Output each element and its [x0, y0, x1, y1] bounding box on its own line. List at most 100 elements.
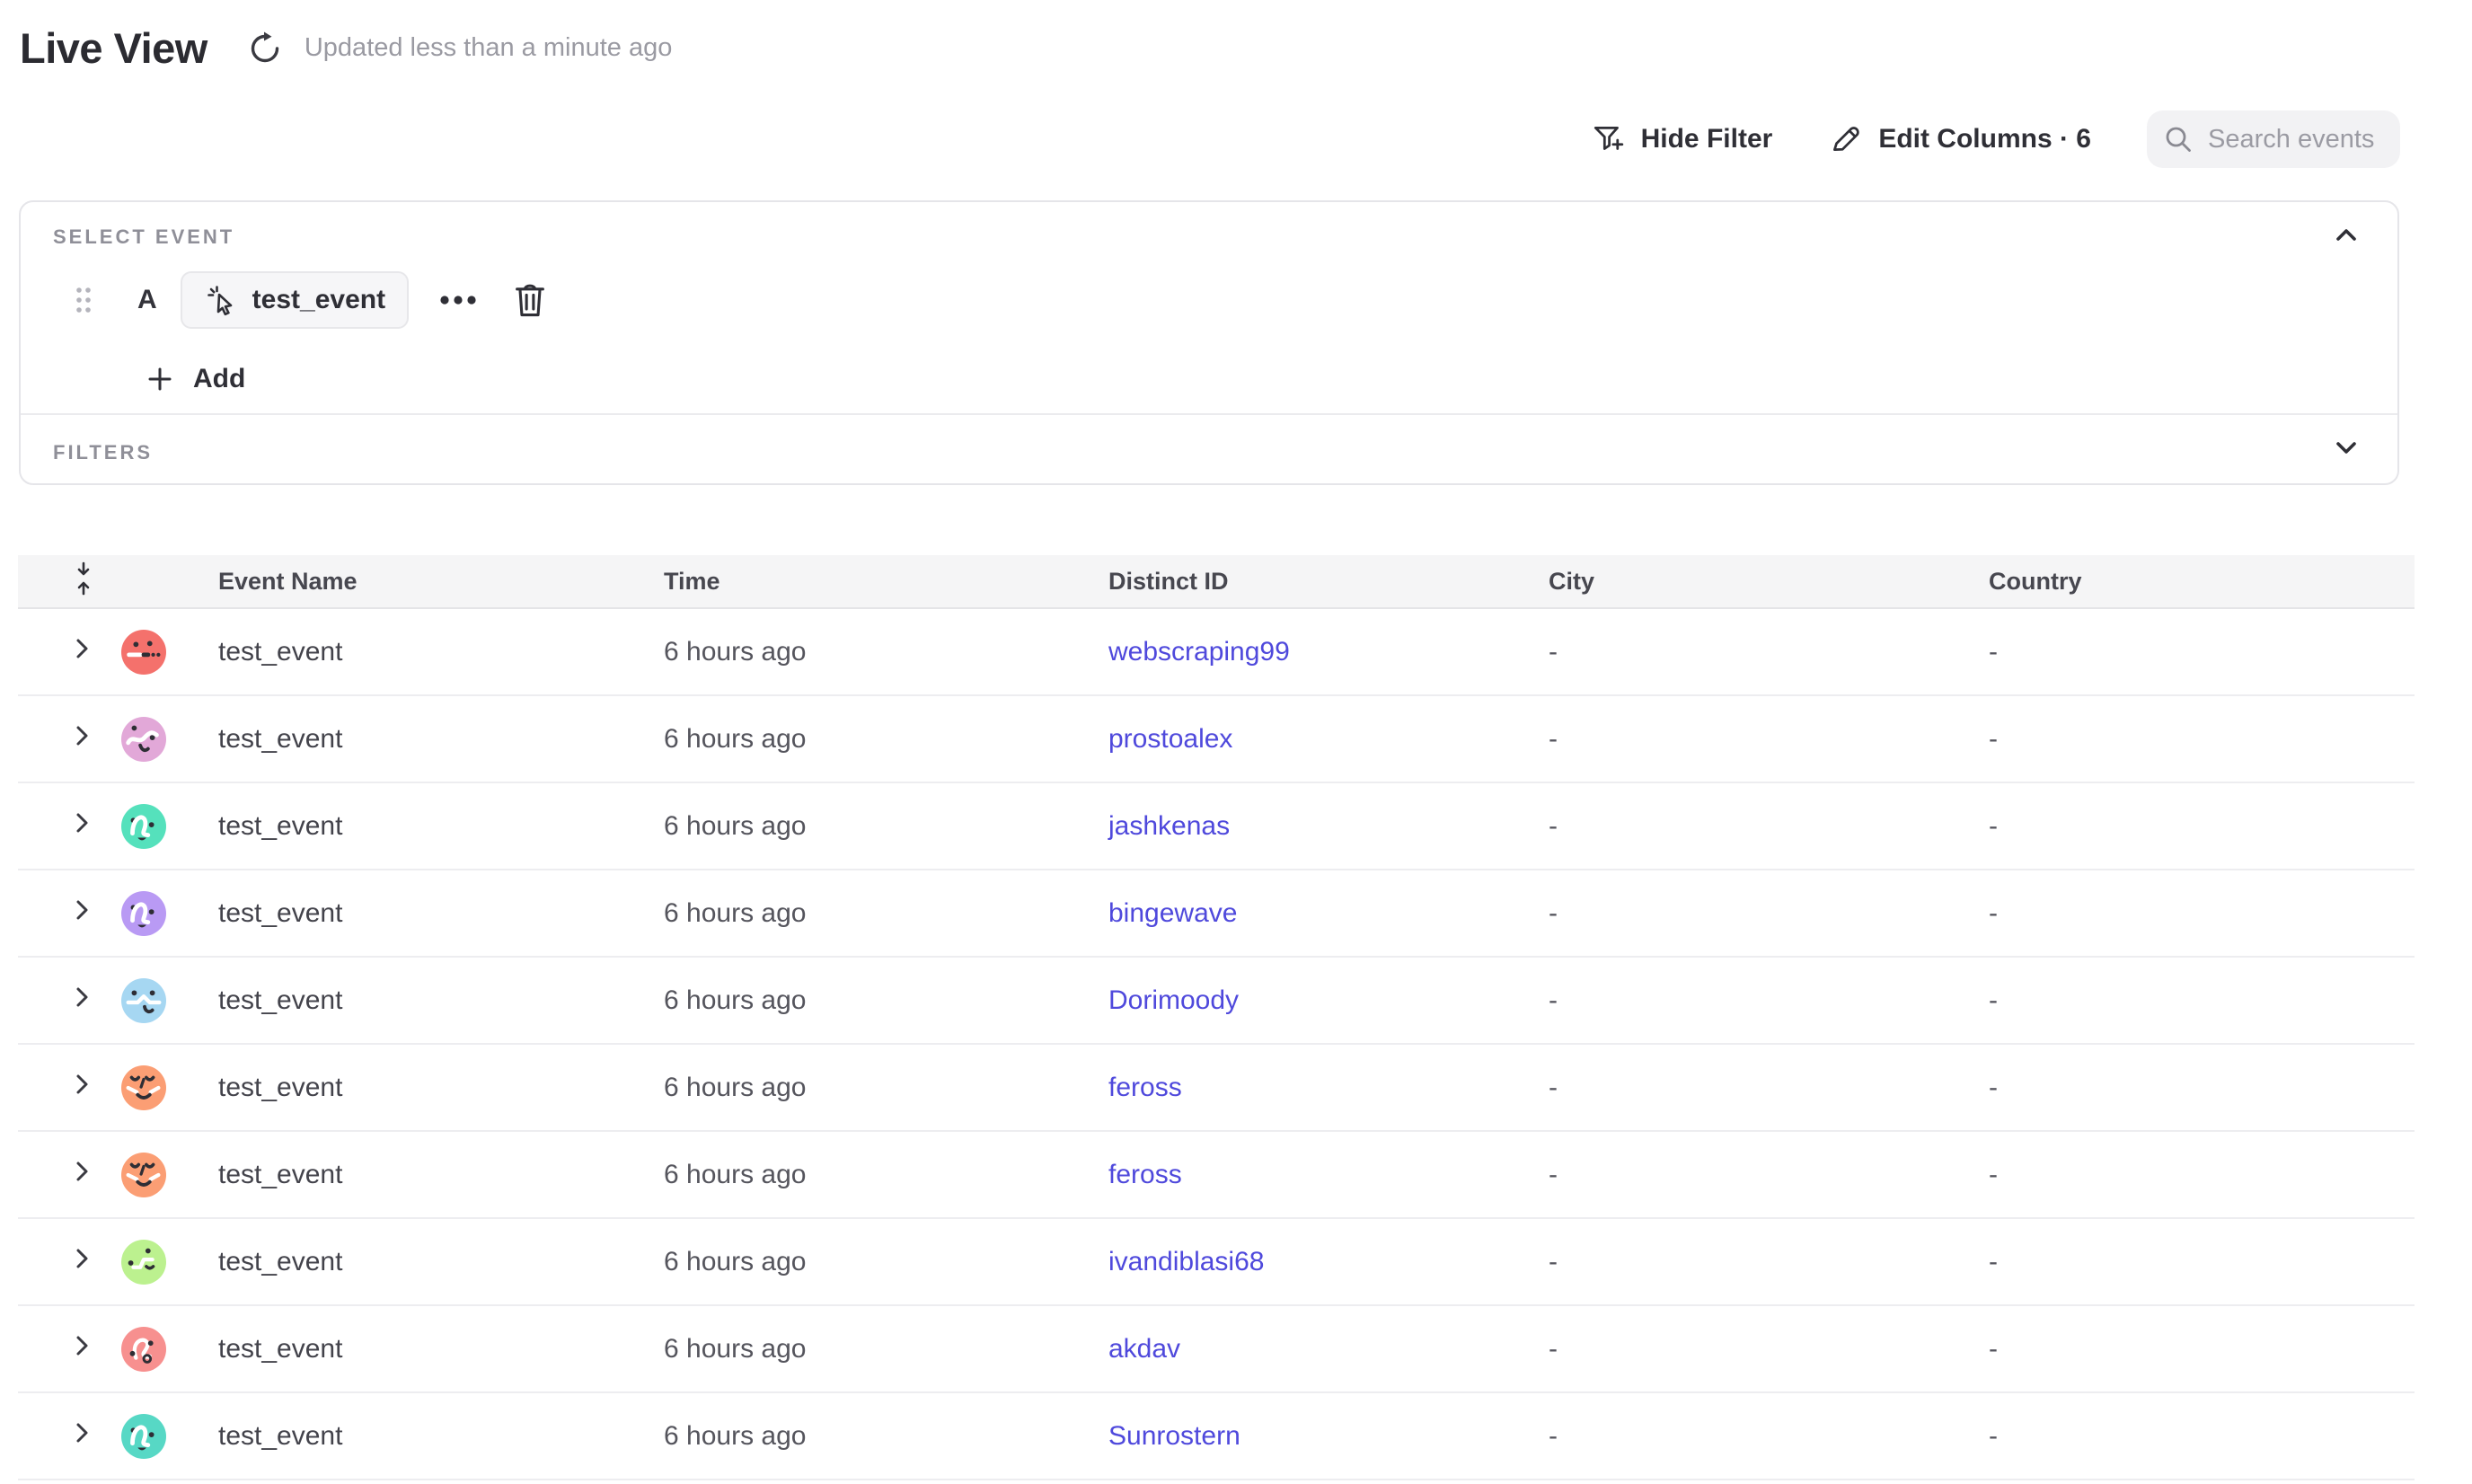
distinct-id-link[interactable]: akdav: [1108, 1334, 1549, 1365]
user-avatar: [121, 1065, 218, 1110]
event-name-cell: test_event: [218, 637, 664, 667]
time-cell: 6 hours ago: [664, 898, 1108, 929]
city-cell: -: [1549, 1160, 1989, 1190]
table-body: test_event 6 hours ago webscraping99 - -…: [18, 609, 2415, 1480]
table-row[interactable]: test_event 6 hours ago akdav - -: [18, 1306, 2415, 1393]
city-cell: -: [1549, 1247, 1989, 1277]
country-cell: -: [1989, 811, 2415, 842]
city-cell: -: [1549, 1334, 1989, 1365]
plus-icon: [146, 366, 173, 393]
chevron-right-icon: [67, 1070, 96, 1099]
chevron-right-icon: [67, 983, 96, 1011]
event-select-chip[interactable]: test_event: [181, 271, 409, 329]
distinct-id-link[interactable]: prostoalex: [1108, 724, 1549, 755]
drag-dots-icon: [73, 283, 94, 317]
collapse-all-rows-button[interactable]: [67, 561, 100, 596]
table-row[interactable]: test_event 6 hours ago Sunrostern - -: [18, 1393, 2415, 1480]
distinct-id-link[interactable]: ivandiblasi68: [1108, 1247, 1549, 1277]
table-row[interactable]: test_event 6 hours ago Dorimoody - -: [18, 958, 2415, 1045]
chevron-right-icon: [67, 634, 96, 663]
column-header-time: Time: [664, 568, 1108, 596]
table-row[interactable]: test_event 6 hours ago ivandiblasi68 - -: [18, 1219, 2415, 1306]
country-cell: -: [1989, 1160, 2415, 1190]
event-name-cell: test_event: [218, 985, 664, 1016]
filter-plus-icon: [1591, 122, 1625, 156]
hide-filter-label: Hide Filter: [1641, 124, 1773, 155]
page-title: Live View: [20, 23, 207, 73]
filters-label: FILTERS: [53, 441, 153, 464]
hide-filter-button[interactable]: Hide Filter: [1591, 122, 1773, 156]
table-row[interactable]: test_event 6 hours ago bingewave - -: [18, 870, 2415, 958]
time-cell: 6 hours ago: [664, 724, 1108, 755]
time-cell: 6 hours ago: [664, 811, 1108, 842]
chevron-right-icon: [67, 808, 96, 837]
city-cell: -: [1549, 637, 1989, 667]
chevron-down-icon: [2331, 437, 2362, 459]
distinct-id-link[interactable]: webscraping99: [1108, 637, 1549, 667]
events-table: Event Name Time Distinct ID City Country…: [18, 555, 2415, 1480]
time-cell: 6 hours ago: [664, 1421, 1108, 1452]
table-row[interactable]: test_event 6 hours ago feross - -: [18, 1045, 2415, 1132]
row-expand-chevron[interactable]: [67, 634, 96, 663]
edit-columns-label: Edit Columns · 6: [1878, 124, 2091, 155]
delete-event-button[interactable]: [513, 281, 547, 319]
search-box[interactable]: [2147, 110, 2400, 168]
table-row[interactable]: test_event 6 hours ago webscraping99 - -: [18, 609, 2415, 696]
user-avatar: [121, 1327, 218, 1372]
edit-columns-button[interactable]: Edit Columns · 6: [1828, 122, 2091, 156]
table-header-row: Event Name Time Distinct ID City Country: [18, 555, 2415, 609]
city-cell: -: [1549, 985, 1989, 1016]
row-expand-chevron[interactable]: [67, 1157, 96, 1186]
drag-handle[interactable]: [73, 283, 94, 317]
country-cell: -: [1989, 1247, 2415, 1277]
series-letter: A: [137, 285, 157, 315]
user-avatar: [121, 891, 218, 936]
refresh-icon: [247, 31, 283, 66]
search-input[interactable]: [2206, 124, 2384, 155]
distinct-id-link[interactable]: Sunrostern: [1108, 1421, 1549, 1452]
table-row[interactable]: test_event 6 hours ago jashkenas - -: [18, 783, 2415, 870]
chevron-right-icon: [67, 1244, 96, 1273]
expand-filters-button[interactable]: [2326, 432, 2367, 464]
row-expand-chevron[interactable]: [67, 721, 96, 750]
table-row[interactable]: test_event 6 hours ago prostoalex - -: [18, 696, 2415, 783]
user-avatar: [121, 1414, 218, 1459]
city-cell: -: [1549, 1421, 1989, 1452]
country-cell: -: [1989, 898, 2415, 929]
row-expand-chevron[interactable]: [67, 1331, 96, 1360]
collapse-vertical-icon: [67, 561, 100, 596]
collapse-select-event-button[interactable]: [2326, 218, 2367, 251]
add-event-button[interactable]: Add: [146, 364, 245, 394]
country-cell: -: [1989, 724, 2415, 755]
refresh-button[interactable]: [247, 31, 283, 66]
more-options-button[interactable]: [437, 292, 479, 308]
country-cell: -: [1989, 985, 2415, 1016]
country-cell: -: [1989, 1073, 2415, 1103]
table-row[interactable]: test_event 6 hours ago feross - -: [18, 1132, 2415, 1219]
distinct-id-link[interactable]: bingewave: [1108, 898, 1549, 929]
ellipsis-icon: [437, 292, 479, 308]
pencil-icon: [1828, 122, 1862, 156]
country-cell: -: [1989, 1334, 2415, 1365]
city-cell: -: [1549, 898, 1989, 929]
distinct-id-link[interactable]: feross: [1108, 1160, 1549, 1190]
distinct-id-link[interactable]: jashkenas: [1108, 811, 1549, 842]
distinct-id-link[interactable]: Dorimoody: [1108, 985, 1549, 1016]
row-expand-chevron[interactable]: [67, 1070, 96, 1099]
distinct-id-link[interactable]: feross: [1108, 1073, 1549, 1103]
user-avatar: [121, 630, 218, 675]
trash-icon: [513, 281, 547, 319]
row-expand-chevron[interactable]: [67, 983, 96, 1011]
event-name-cell: test_event: [218, 1334, 664, 1365]
country-cell: -: [1989, 1421, 2415, 1452]
row-expand-chevron[interactable]: [67, 808, 96, 837]
row-expand-chevron[interactable]: [67, 1418, 96, 1447]
select-event-label: SELECT EVENT: [53, 225, 234, 249]
event-name-cell: test_event: [218, 1073, 664, 1103]
add-label: Add: [193, 364, 245, 394]
event-name-cell: test_event: [218, 898, 664, 929]
user-avatar: [121, 1240, 218, 1285]
country-cell: -: [1989, 637, 2415, 667]
row-expand-chevron[interactable]: [67, 896, 96, 924]
row-expand-chevron[interactable]: [67, 1244, 96, 1273]
